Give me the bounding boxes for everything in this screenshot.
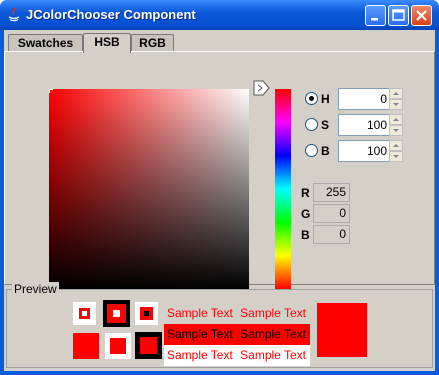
red-value: 255 — [313, 183, 350, 202]
tab-swatches[interactable]: Swatches — [8, 34, 83, 52]
saturation-spinner-buttons — [389, 114, 403, 136]
brightness-spinner[interactable]: 100 — [338, 140, 390, 162]
brightness-spinner-buttons — [389, 140, 403, 162]
preview-panel: Preview Sample Text Sample Text Sample T… — [6, 282, 433, 368]
brightness-value: 100 — [366, 144, 387, 158]
preview-swatch — [105, 333, 131, 359]
saturation-decrement-button[interactable] — [389, 125, 403, 136]
sample-text: Sample Text — [240, 327, 306, 341]
saturation-radio[interactable] — [305, 118, 318, 131]
preview-swatch — [73, 333, 99, 359]
preview-swatch — [135, 302, 158, 325]
brightness-radio[interactable] — [305, 144, 318, 157]
hue-spinner[interactable]: 0 — [338, 88, 390, 110]
tab-rgb-label: RGB — [139, 36, 166, 50]
brightness-increment-button[interactable] — [389, 140, 403, 151]
blue-label: B — [301, 228, 310, 242]
title-bar[interactable]: JColorChooser Component — [0, 0, 439, 30]
sample-text-highlighted: Sample Text Sample Text — [164, 324, 310, 345]
hsb-panel: H 0 S 100 B 100 R 255 G 0 B 0 — [4, 51, 435, 289]
hue-radio[interactable] — [305, 92, 318, 105]
tab-rgb[interactable]: RGB — [131, 34, 174, 52]
sample-text: Sample Text — [167, 348, 233, 362]
sample-text-plain: Sample Text Sample Text — [164, 303, 310, 324]
saturation-value: 100 — [366, 118, 387, 132]
color-chooser-window: JColorChooser Component Swatches HSB RGB… — [0, 0, 439, 375]
sample-text: Sample Text — [167, 306, 233, 320]
sample-text-on-white: Sample Text Sample Text — [164, 345, 310, 366]
saturation-spinner[interactable]: 100 — [338, 114, 390, 136]
window-title: JColorChooser Component — [26, 7, 196, 22]
sample-text: Sample Text — [167, 327, 233, 341]
hue-slider-thumb[interactable] — [253, 80, 271, 96]
sample-text: Sample Text — [240, 348, 306, 362]
blue-value: 0 — [313, 225, 350, 244]
preview-swatch — [103, 300, 130, 327]
tab-swatches-label: Swatches — [17, 36, 74, 50]
saturation-brightness-area[interactable] — [49, 89, 249, 289]
minimize-icon — [371, 18, 378, 21]
maximize-icon — [392, 9, 405, 21]
close-button[interactable] — [411, 5, 432, 26]
green-value: 0 — [313, 204, 350, 223]
hue-value: 0 — [380, 92, 387, 106]
tab-hsb-label: HSB — [94, 35, 120, 49]
tab-hsb[interactable]: HSB — [83, 33, 131, 53]
green-label: G — [301, 207, 311, 221]
red-label: R — [301, 186, 310, 200]
close-icon — [416, 10, 427, 21]
java-icon — [8, 7, 20, 22]
minimize-button[interactable] — [365, 5, 386, 26]
preview-color-swatch — [317, 303, 367, 357]
sample-text: Sample Text — [240, 306, 306, 320]
content-pane: Swatches HSB RGB H 0 S 100 B 100 R 255 G… — [4, 30, 435, 371]
hue-increment-button[interactable] — [389, 88, 403, 99]
maximize-button[interactable] — [388, 5, 409, 26]
hue-spinner-buttons — [389, 88, 403, 110]
hue-slider[interactable] — [275, 89, 291, 289]
saturation-increment-button[interactable] — [389, 114, 403, 125]
brightness-label: B — [321, 144, 330, 158]
hue-label: H — [321, 92, 330, 106]
preview-swatch — [73, 302, 96, 325]
hue-decrement-button[interactable] — [389, 99, 403, 110]
saturation-label: S — [321, 118, 330, 132]
preview-title: Preview — [12, 282, 59, 296]
color-selection-marker[interactable] — [49, 89, 53, 93]
preview-swatch — [135, 332, 162, 359]
brightness-decrement-button[interactable] — [389, 151, 403, 162]
